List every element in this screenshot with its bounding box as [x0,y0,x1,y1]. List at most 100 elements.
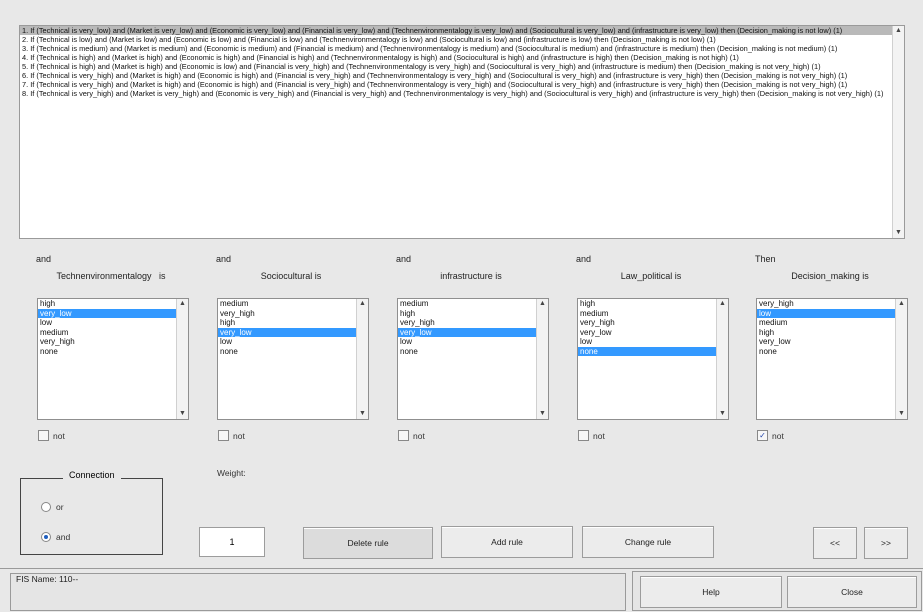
add-rule-button[interactable]: Add rule [441,526,573,558]
scroll-up-icon[interactable]: ▲ [177,299,188,309]
list-item[interactable]: none [38,347,188,357]
connector-label: and [396,254,412,264]
scroll-down-icon[interactable]: ▼ [357,409,368,419]
rule-line[interactable]: 7. If (Technical is very_high) and (Mark… [20,80,904,89]
connector-label: and [36,254,52,264]
law-political-listbox[interactable]: high medium very_high very_low low none ▲ ▼ [577,298,729,420]
not-label: not [53,430,65,441]
list-item[interactable]: high [38,299,188,309]
list-item[interactable]: high [398,309,548,319]
status-separator [0,568,923,569]
list-item[interactable]: medium [218,299,368,309]
weight-input[interactable]: 1 [199,527,265,557]
rule-line[interactable]: 2. If (Technical is low) and (Market is … [20,35,904,44]
decision-making-not-checkbox[interactable]: ✓ not [757,430,784,441]
list-item[interactable]: none [398,347,548,357]
rules-scrollbar[interactable]: ▲ ▼ [892,26,904,238]
list-item[interactable]: low [398,337,548,347]
connector-label: and [216,254,232,264]
help-button[interactable]: Help [640,576,782,608]
not-label: not [772,430,784,441]
rule-line[interactable]: 1. If (Technical is very_low) and (Marke… [20,26,904,35]
list-item[interactable]: low [757,308,907,318]
list-item[interactable]: low [578,337,728,347]
scroll-down-icon[interactable]: ▼ [537,409,548,419]
list-item[interactable]: high [757,328,907,338]
radio-and-label: and [56,532,71,542]
decision-making-listbox[interactable]: very_high low medium high very_low none ▲ ▼ [756,298,908,420]
list-item[interactable]: very_low [38,308,188,318]
list-item[interactable]: medium [578,309,728,319]
list-item[interactable]: medium [38,328,188,338]
checkbox-icon[interactable] [38,430,49,441]
checkbox-icon[interactable] [578,430,589,441]
list-item[interactable]: none [218,347,368,357]
scroll-down-icon[interactable]: ▼ [896,409,907,419]
list-item[interactable]: very_high [38,337,188,347]
technenvironmentalogy-title: Technenvironmentalogy is [56,271,166,281]
list-item[interactable]: none [578,346,728,356]
list-item[interactable]: very_high [218,309,368,319]
infrastructure-not-checkbox[interactable]: not [398,430,425,441]
rule-line[interactable]: 8. If (Technical is very_high) and (Mark… [20,89,904,98]
scroll-up-icon[interactable]: ▲ [717,299,728,309]
fis-name-text: FIS Name: 110-- [16,574,79,584]
checkbox-icon[interactable] [398,430,409,441]
rule-line[interactable]: 4. If (Technical is high) and (Market is… [20,53,904,62]
technenvironmentalogy-scrollbar[interactable]: ▲ ▼ [176,299,188,419]
previous-button[interactable]: << [813,527,857,559]
decision-making-title: Decision_making is [791,271,869,281]
radio-and-icon[interactable] [41,532,51,542]
list-item[interactable]: medium [398,299,548,309]
rules-listbox[interactable]: 1. If (Technical is very_low) and (Marke… [19,25,905,239]
scroll-down-icon[interactable]: ▼ [717,409,728,419]
list-item[interactable]: medium [757,318,907,328]
law-political-title: Law_political is [620,271,682,281]
sociocultural-scrollbar[interactable]: ▲ ▼ [356,299,368,419]
connector-label: and [576,254,592,264]
decision-making-scrollbar[interactable]: ▲ ▼ [895,299,907,419]
delete-rule-button[interactable]: Delete rule [303,527,433,559]
list-item[interactable]: low [38,318,188,328]
radio-or-icon[interactable] [41,502,51,512]
rule-line[interactable]: 5. If (Technical is high) and (Market is… [20,62,904,71]
sociocultural-listbox[interactable]: medium very_high high very_low low none ▲ ▼ [217,298,369,420]
scroll-up-icon[interactable]: ▲ [896,299,907,309]
law-political-not-checkbox[interactable]: not [578,430,605,441]
list-item[interactable]: low [218,337,368,347]
list-item[interactable]: very_low [398,327,548,337]
law-political-scrollbar[interactable]: ▲ ▼ [716,299,728,419]
scroll-down-icon[interactable]: ▼ [893,228,904,238]
list-item[interactable]: very_high [398,318,548,328]
infrastructure-listbox[interactable]: medium high very_high very_low low none ▲ ▼ [397,298,549,420]
scroll-up-icon[interactable]: ▲ [537,299,548,309]
radio-or-label: or [56,502,64,512]
list-item[interactable]: very_low [578,328,728,338]
list-item[interactable]: high [218,318,368,328]
checkbox-icon[interactable] [218,430,229,441]
scroll-down-icon[interactable]: ▼ [177,409,188,419]
technenvironmentalogy-listbox[interactable]: high very_low low medium very_high none ▲ ▼ [37,298,189,420]
radio-or[interactable]: or [41,502,64,512]
checkmark-icon[interactable]: ✓ [757,430,768,441]
list-item[interactable]: very_high [757,299,907,309]
infrastructure-scrollbar[interactable]: ▲ ▼ [536,299,548,419]
not-label: not [413,430,425,441]
list-item[interactable]: very_low [218,327,368,337]
list-item[interactable]: very_high [578,318,728,328]
infrastructure-title: infrastructure is [440,271,502,281]
list-item[interactable]: none [757,347,907,357]
scroll-up-icon[interactable]: ▲ [893,26,904,36]
technenvironmentalogy-not-checkbox[interactable]: not [38,430,65,441]
next-button[interactable]: >> [864,527,908,559]
list-item[interactable]: very_low [757,337,907,347]
rule-line[interactable]: 3. If (Technical is medium) and (Market … [20,44,904,53]
sociocultural-not-checkbox[interactable]: not [218,430,245,441]
close-button[interactable]: Close [787,576,917,608]
list-item[interactable]: high [578,299,728,309]
connector-label: Then [755,254,776,264]
scroll-up-icon[interactable]: ▲ [357,299,368,309]
radio-and[interactable]: and [41,532,70,542]
change-rule-button[interactable]: Change rule [582,526,714,558]
rule-line[interactable]: 6. If (Technical is very_high) and (Mark… [20,71,904,80]
